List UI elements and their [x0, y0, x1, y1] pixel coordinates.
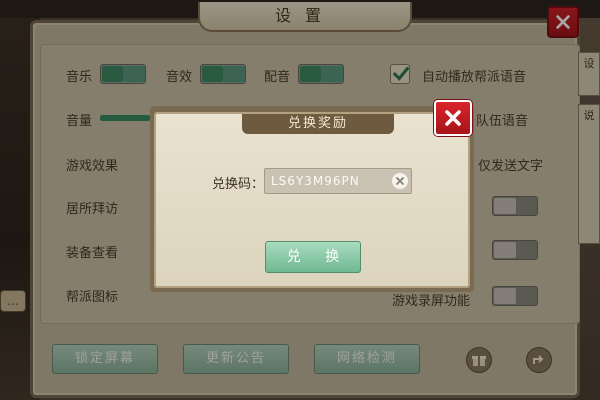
redeem-dialog-close-button[interactable] — [434, 100, 472, 136]
redeem-dialog-title: 兑换奖励 — [242, 114, 394, 134]
close-icon — [445, 110, 461, 126]
redeem-code-input[interactable]: LS6Y3M96PN — [264, 168, 412, 194]
clear-icon — [396, 177, 404, 185]
redeem-button[interactable]: 兑 换 — [265, 241, 361, 273]
clear-input-button[interactable] — [392, 173, 408, 189]
redeem-code-label: 兑换码： — [212, 177, 265, 192]
